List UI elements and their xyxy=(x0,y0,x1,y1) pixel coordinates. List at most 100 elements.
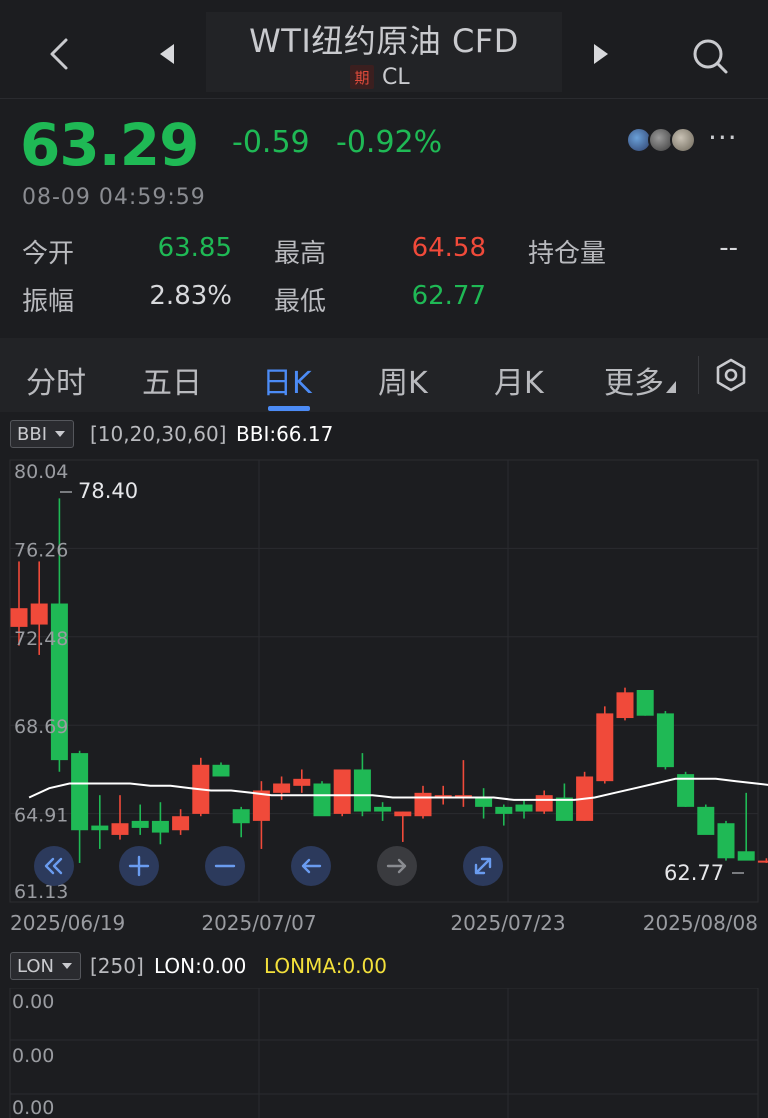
candle-body xyxy=(394,811,412,817)
sub-y-tick-label: 0.00 xyxy=(12,991,54,1013)
candle-body xyxy=(555,797,573,821)
dropdown-arrow-icon xyxy=(55,431,66,437)
zoom-out-icon[interactable] xyxy=(205,846,245,886)
candle-body xyxy=(71,753,89,831)
candle-body xyxy=(757,860,768,863)
header-bar: WTI纽约原油 CFD 期 CL xyxy=(0,0,768,98)
max-price-label: 78.40 xyxy=(78,479,138,503)
candle-body xyxy=(717,823,735,859)
low-label: 最低 xyxy=(274,287,327,317)
lon-value: LON:0.00 xyxy=(154,954,247,978)
bbi-value: BBI:66.17 xyxy=(236,422,334,446)
x-tick-label: 2025/07/07 xyxy=(201,911,316,935)
candle-body xyxy=(131,820,149,828)
sub-indicator-name: LON xyxy=(17,955,55,977)
candle-body xyxy=(151,820,169,833)
reset-zoom-icon[interactable] xyxy=(463,846,503,886)
candle-body xyxy=(91,825,109,831)
search-icon[interactable] xyxy=(688,34,732,78)
candle-body xyxy=(374,806,392,812)
amplitude-label: 振幅 xyxy=(22,287,75,317)
candle-body xyxy=(616,692,634,719)
y-tick-label: 64.91 xyxy=(14,805,68,827)
candle-body xyxy=(333,769,351,814)
quote-timestamp: 08-09 04:59:59 xyxy=(22,185,206,210)
candlestick-chart[interactable]: 80.0476.2672.4868.6964.9161.1378.4062.77… xyxy=(0,452,768,992)
active-tab-indicator xyxy=(268,406,310,411)
candle-body xyxy=(111,823,129,835)
quote-panel: 63.29 -0.59 -0.92% ··· 08-09 04:59:59 今开… xyxy=(0,98,768,338)
corner-triangle-icon xyxy=(666,381,676,393)
amplitude-value: 2.83% xyxy=(149,281,232,311)
watcher-avatars[interactable] xyxy=(626,127,696,153)
min-price-label: 62.77 xyxy=(664,861,724,885)
candle-body xyxy=(697,806,715,835)
chart-area: BBI [10,20,30,60] BBI:66.17 80.04 76.26 72… xyxy=(0,412,768,1118)
sub-indicator-params: [250] xyxy=(90,954,144,978)
sub-y-tick-label: 0.00 xyxy=(12,1045,54,1067)
y-tick-label: 68.69 xyxy=(14,716,68,738)
candle-body xyxy=(737,851,755,861)
futures-badge: 期 xyxy=(350,65,374,89)
candle-body xyxy=(212,764,230,777)
double-left-icon[interactable] xyxy=(34,846,74,886)
sub-plot-frame xyxy=(9,988,759,1118)
tab-weekly-k[interactable]: 周K xyxy=(378,358,428,402)
candle-body xyxy=(313,783,331,817)
candle-body xyxy=(30,603,48,625)
tab-five-day[interactable]: 五日 xyxy=(142,358,202,402)
price-change-percent: -0.92% xyxy=(336,125,443,160)
candle-body xyxy=(596,713,614,782)
triangle-right-icon[interactable] xyxy=(588,40,612,68)
x-tick-label: 2025/08/08 xyxy=(643,911,758,935)
main-indicator-params: [10,20,30,60] xyxy=(90,422,227,446)
candle-body xyxy=(172,816,190,831)
arrow-right-icon[interactable] xyxy=(377,846,417,886)
main-indicator-select[interactable]: BBI xyxy=(10,420,75,448)
avatar xyxy=(670,127,696,153)
plot-frame xyxy=(9,459,759,903)
dropdown-arrow-icon xyxy=(62,963,73,969)
candle-body xyxy=(515,804,533,812)
symbol-code: CL xyxy=(382,64,410,90)
open-value: 63.85 xyxy=(157,233,232,263)
more-options-icon[interactable]: ··· xyxy=(708,121,738,154)
lonma-value: LONMA:0.00 xyxy=(264,954,387,978)
candle-body xyxy=(535,795,553,812)
tab-daily-k[interactable]: 日K xyxy=(262,358,312,402)
y-tick-label: 76.26 xyxy=(14,539,68,561)
candle-body xyxy=(273,783,291,793)
sub-indicator-select[interactable]: LON xyxy=(10,952,82,980)
page-title: WTI纽约原油 CFD xyxy=(249,22,519,60)
lon-indicator-chart[interactable]: 0.00 0.00 0.00 xyxy=(0,988,768,1118)
open-interest-value: -- xyxy=(719,233,738,263)
y-tick-label: 80.04 xyxy=(14,461,68,483)
open-interest-label: 持仓量 xyxy=(528,239,607,269)
tab-divider xyxy=(698,356,699,394)
candle-body xyxy=(475,797,493,807)
bbi-line xyxy=(28,777,768,801)
tab-monthly-k[interactable]: 月K xyxy=(494,358,544,402)
x-tick-label: 2025/06/19 xyxy=(10,911,125,935)
price-change: -0.59 xyxy=(232,125,310,160)
x-tick-label: 2025/07/23 xyxy=(450,911,565,935)
candle-body xyxy=(656,713,674,768)
arrow-left-icon[interactable] xyxy=(291,846,331,886)
y-tick-label: 72.48 xyxy=(14,628,68,650)
open-label: 今开 xyxy=(22,239,75,269)
candle-body xyxy=(10,608,28,627)
high-label: 最高 xyxy=(274,239,327,269)
candle-body xyxy=(636,689,654,716)
candle-body xyxy=(353,769,371,812)
period-tabs: 分时 五日 日K 周K 月K 更多 xyxy=(0,338,768,412)
candle-body xyxy=(232,809,250,824)
symbol-row: 期 CL xyxy=(350,64,410,90)
high-value: 64.58 xyxy=(411,233,486,263)
zoom-in-icon[interactable] xyxy=(119,846,159,886)
main-indicator-name: BBI xyxy=(17,423,48,445)
candle-body xyxy=(414,792,432,817)
tab-intraday[interactable]: 分时 xyxy=(26,358,86,402)
candle-body xyxy=(495,806,513,814)
tab-more[interactable]: 更多 xyxy=(604,358,676,402)
settings-icon[interactable] xyxy=(714,358,748,392)
